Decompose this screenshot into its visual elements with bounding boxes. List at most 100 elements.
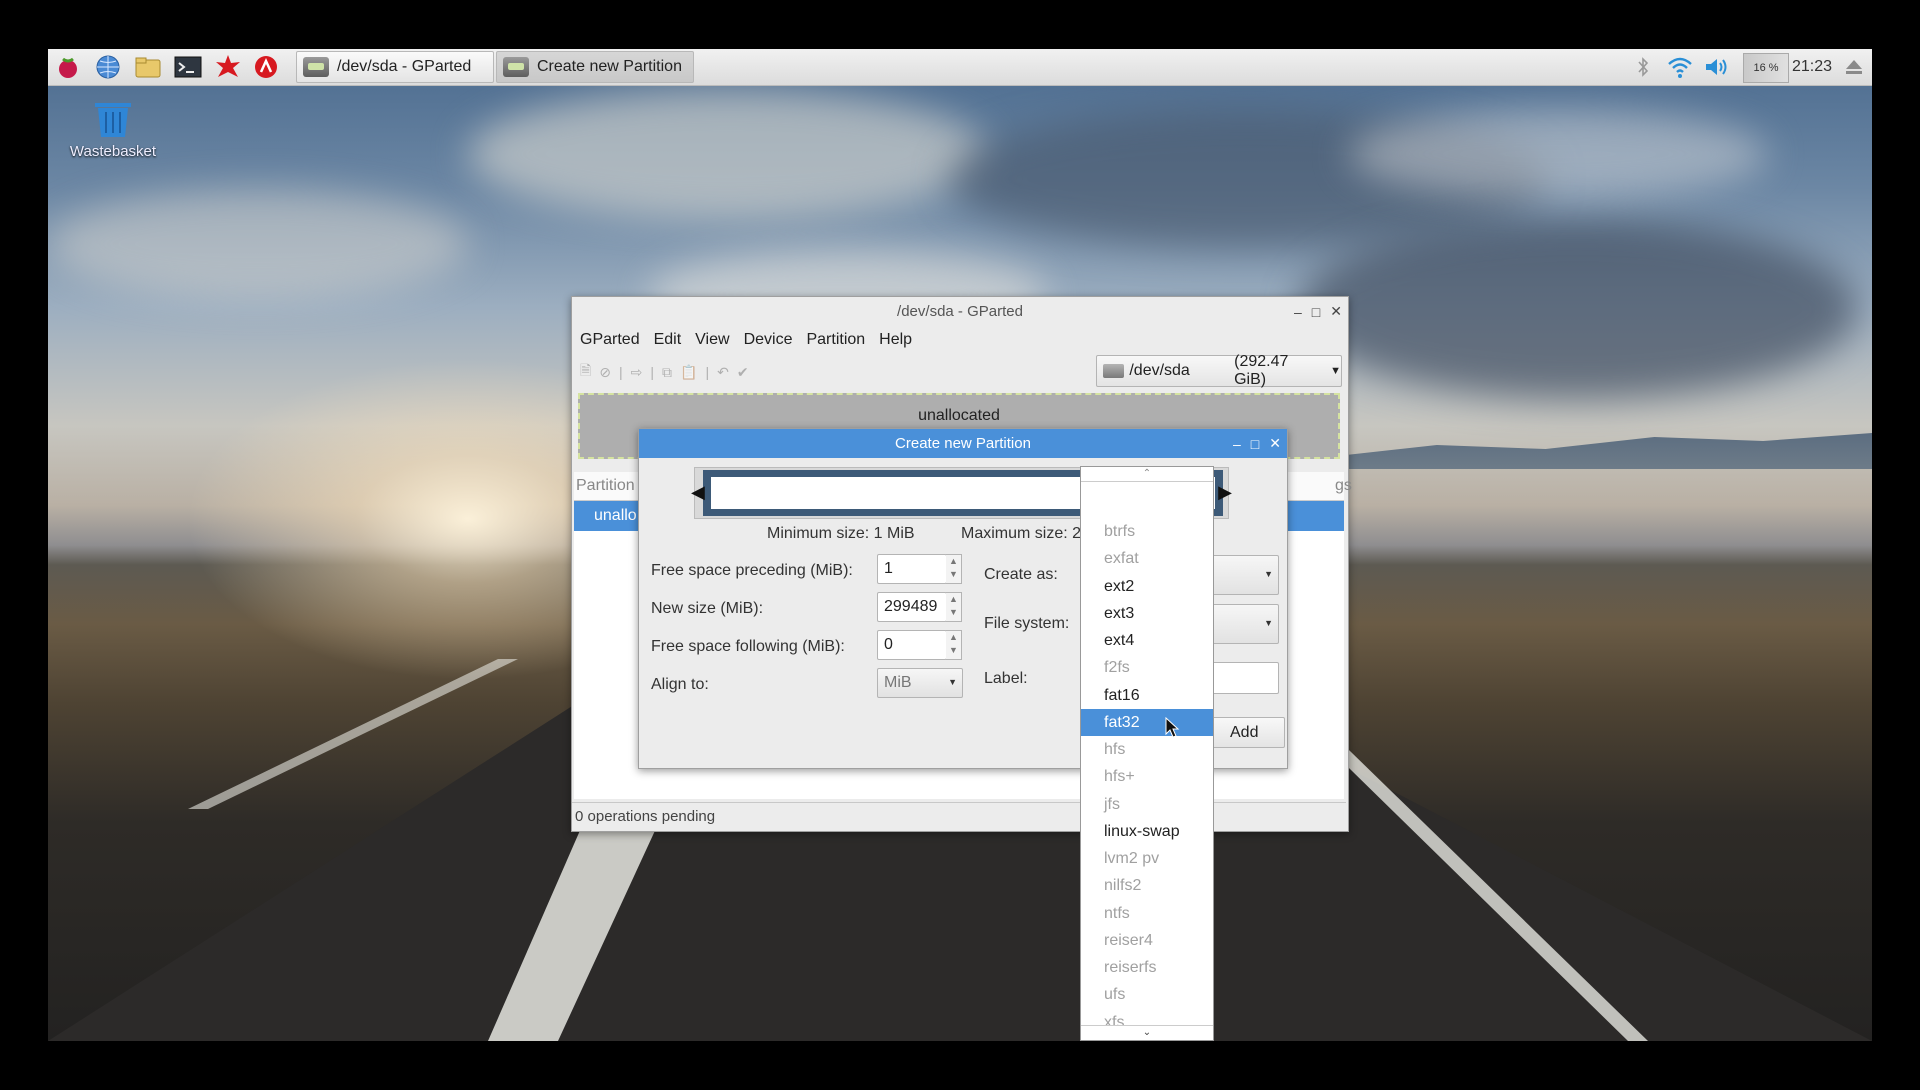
dropdown-item-exfat: exfat bbox=[1104, 550, 1139, 568]
gparted-icon bbox=[503, 57, 529, 77]
maximize-icon[interactable]: □ bbox=[1251, 436, 1259, 452]
dropdown-item-f2fs: f2fs bbox=[1104, 659, 1130, 677]
undo-icon[interactable]: ↶ bbox=[717, 364, 729, 381]
dropdown-item-nilfs2: nilfs2 bbox=[1104, 877, 1142, 895]
chevron-down-icon: ▼ bbox=[948, 677, 957, 687]
scroll-down-arrow[interactable]: ⌄ bbox=[1081, 1025, 1213, 1040]
gparted-titlebar: /dev/sda - GParted – □ ✕ bbox=[572, 297, 1348, 326]
dropdown-item-reiser4: reiser4 bbox=[1104, 931, 1153, 949]
mathematica-icon[interactable] bbox=[214, 54, 242, 80]
align-value: MiB bbox=[884, 674, 912, 691]
wolfram-icon[interactable] bbox=[252, 54, 280, 80]
maximize-icon[interactable]: □ bbox=[1312, 304, 1320, 320]
close-icon[interactable]: ✕ bbox=[1269, 435, 1281, 452]
raspberry-menu-icon[interactable] bbox=[54, 54, 82, 80]
mouse-cursor-icon bbox=[1165, 717, 1180, 738]
menu-view[interactable]: View bbox=[688, 326, 736, 354]
file-manager-icon[interactable] bbox=[134, 54, 162, 80]
task-gparted[interactable]: /dev/sda - GParted bbox=[296, 51, 494, 83]
dropdown-item-hfs-: hfs+ bbox=[1104, 768, 1135, 786]
menu-edit[interactable]: Edit bbox=[647, 326, 689, 354]
trash-icon bbox=[95, 103, 131, 137]
copy-icon[interactable]: ⧉ bbox=[662, 364, 672, 381]
label-label: Label: bbox=[984, 670, 1028, 687]
dropdown-item-jfs: jfs bbox=[1104, 795, 1120, 813]
device-size: (292.47 GiB) bbox=[1234, 353, 1289, 388]
new-partition-icon[interactable]: 🗎 bbox=[580, 360, 591, 384]
gparted-toolbar: 🗎 ⊘ | ⇨ | ⧉ 📋 | ↶ ✔ bbox=[580, 362, 749, 382]
minimize-icon[interactable]: – bbox=[1294, 304, 1302, 320]
following-input[interactable]: 0 bbox=[877, 630, 947, 660]
wifi-icon[interactable] bbox=[1666, 55, 1694, 79]
desktop: /dev/sda - GParted Create new Partition … bbox=[48, 49, 1872, 1041]
dropdown-item-lvm2-pv: lvm2 pv bbox=[1104, 850, 1160, 867]
menu-partition[interactable]: Partition bbox=[799, 326, 872, 354]
dropdown-item-ext3[interactable]: ext3 bbox=[1081, 600, 1213, 627]
gparted-menubar: GParted Edit View Device Partition Help bbox=[572, 326, 1348, 354]
dropdown-item-fat32[interactable]: fat32 bbox=[1081, 708, 1213, 736]
clock-label: 21:23 bbox=[1791, 58, 1833, 75]
taskbar: /dev/sda - GParted Create new Partition … bbox=[48, 49, 1872, 86]
left-resize-handle-icon[interactable]: ◀ bbox=[691, 482, 705, 503]
chevron-down-icon: ▼ bbox=[1264, 569, 1273, 579]
filesystem-label: File system: bbox=[984, 615, 1070, 632]
header-partition[interactable]: Partition bbox=[576, 472, 635, 500]
bluetooth-icon[interactable] bbox=[1633, 55, 1653, 79]
chevron-down-icon: ▼ bbox=[1330, 365, 1341, 377]
min-size-label: Minimum size: 1 MiB bbox=[767, 525, 915, 542]
max-size-label: Maximum size: 2 bbox=[961, 525, 1082, 542]
scroll-up-arrow[interactable]: ⌃ bbox=[1081, 467, 1213, 482]
dropdown-item-linux-swap[interactable]: linux-swap bbox=[1081, 818, 1213, 845]
paste-icon[interactable]: 📋 bbox=[680, 364, 697, 381]
device-name: /dev/sda bbox=[1129, 362, 1190, 379]
newsize-label: New size (MiB): bbox=[651, 600, 764, 617]
delete-icon[interactable]: ⊘ bbox=[599, 364, 611, 381]
resize-icon[interactable]: ⇨ bbox=[631, 364, 643, 381]
task-create-partition-label: Create new Partition bbox=[537, 58, 682, 75]
gparted-icon bbox=[303, 57, 329, 77]
dialog-title: Create new Partition bbox=[895, 435, 1031, 452]
terminal-icon[interactable] bbox=[174, 54, 202, 80]
dropdown-item-ext4[interactable]: ext4 bbox=[1081, 627, 1213, 654]
align-select[interactable]: MiB ▼ bbox=[877, 668, 963, 698]
following-stepper[interactable]: ▲ ▼ bbox=[946, 630, 962, 660]
gparted-title: /dev/sda - GParted bbox=[897, 303, 1023, 320]
close-icon[interactable]: ✕ bbox=[1330, 303, 1342, 320]
dropdown-item-fat16[interactable]: fat16 bbox=[1081, 682, 1213, 709]
status-text: 0 operations pending bbox=[575, 808, 716, 825]
dropdown-item-ntfs: ntfs bbox=[1104, 904, 1130, 922]
header-flags[interactable]: gs bbox=[1335, 472, 1352, 500]
menu-gparted[interactable]: GParted bbox=[573, 326, 647, 354]
newsize-stepper[interactable]: ▲ ▼ bbox=[946, 592, 962, 622]
create-as-label: Create as: bbox=[984, 566, 1058, 583]
preceding-label: Free space preceding (MiB): bbox=[651, 562, 853, 579]
preceding-stepper[interactable]: ▲ ▼ bbox=[946, 554, 962, 584]
menu-device[interactable]: Device bbox=[737, 326, 800, 354]
trash-shortcut[interactable]: Wastebasket bbox=[58, 97, 168, 160]
dialog-titlebar: Create new Partition – □ ✕ bbox=[639, 429, 1287, 458]
newsize-input[interactable]: 299489 bbox=[877, 592, 947, 622]
align-label: Align to: bbox=[651, 676, 709, 693]
cpu-label: 16 % bbox=[1753, 62, 1779, 74]
filesystem-list: btrfs exfat ext2 ext3 ext4 f2fs fat16 fat32 hfs h… bbox=[1081, 482, 1213, 1031]
task-create-partition[interactable]: Create new Partition bbox=[496, 51, 694, 83]
task-gparted-label: /dev/sda - GParted bbox=[337, 58, 472, 75]
device-selector[interactable]: /dev/sda (292.47 GiB) ▼ bbox=[1096, 353, 1342, 388]
cpu-monitor[interactable]: 16 % bbox=[1743, 53, 1789, 83]
status-bar: 0 operations pending bbox=[572, 802, 1346, 830]
add-button-label: Add bbox=[1230, 724, 1259, 741]
eject-icon[interactable] bbox=[1842, 55, 1866, 79]
dropdown-item-hfs: hfs bbox=[1104, 741, 1126, 758]
unallocated-label: unallocated bbox=[918, 407, 1000, 424]
trash-label: Wastebasket bbox=[69, 143, 157, 160]
apply-icon[interactable]: ✔ bbox=[737, 364, 749, 381]
preceding-input[interactable]: 1 bbox=[877, 554, 947, 584]
right-resize-handle-icon[interactable]: ▶ bbox=[1218, 482, 1232, 503]
web-browser-icon[interactable] bbox=[94, 54, 122, 80]
volume-icon[interactable] bbox=[1704, 55, 1732, 79]
menu-help[interactable]: Help bbox=[872, 326, 919, 354]
minimize-icon[interactable]: – bbox=[1233, 436, 1241, 452]
dropdown-item-ext2[interactable]: ext2 bbox=[1081, 573, 1213, 600]
clock[interactable]: 21:23 bbox=[1790, 55, 1834, 79]
dropdown-item-ufs: ufs bbox=[1104, 986, 1126, 1004]
